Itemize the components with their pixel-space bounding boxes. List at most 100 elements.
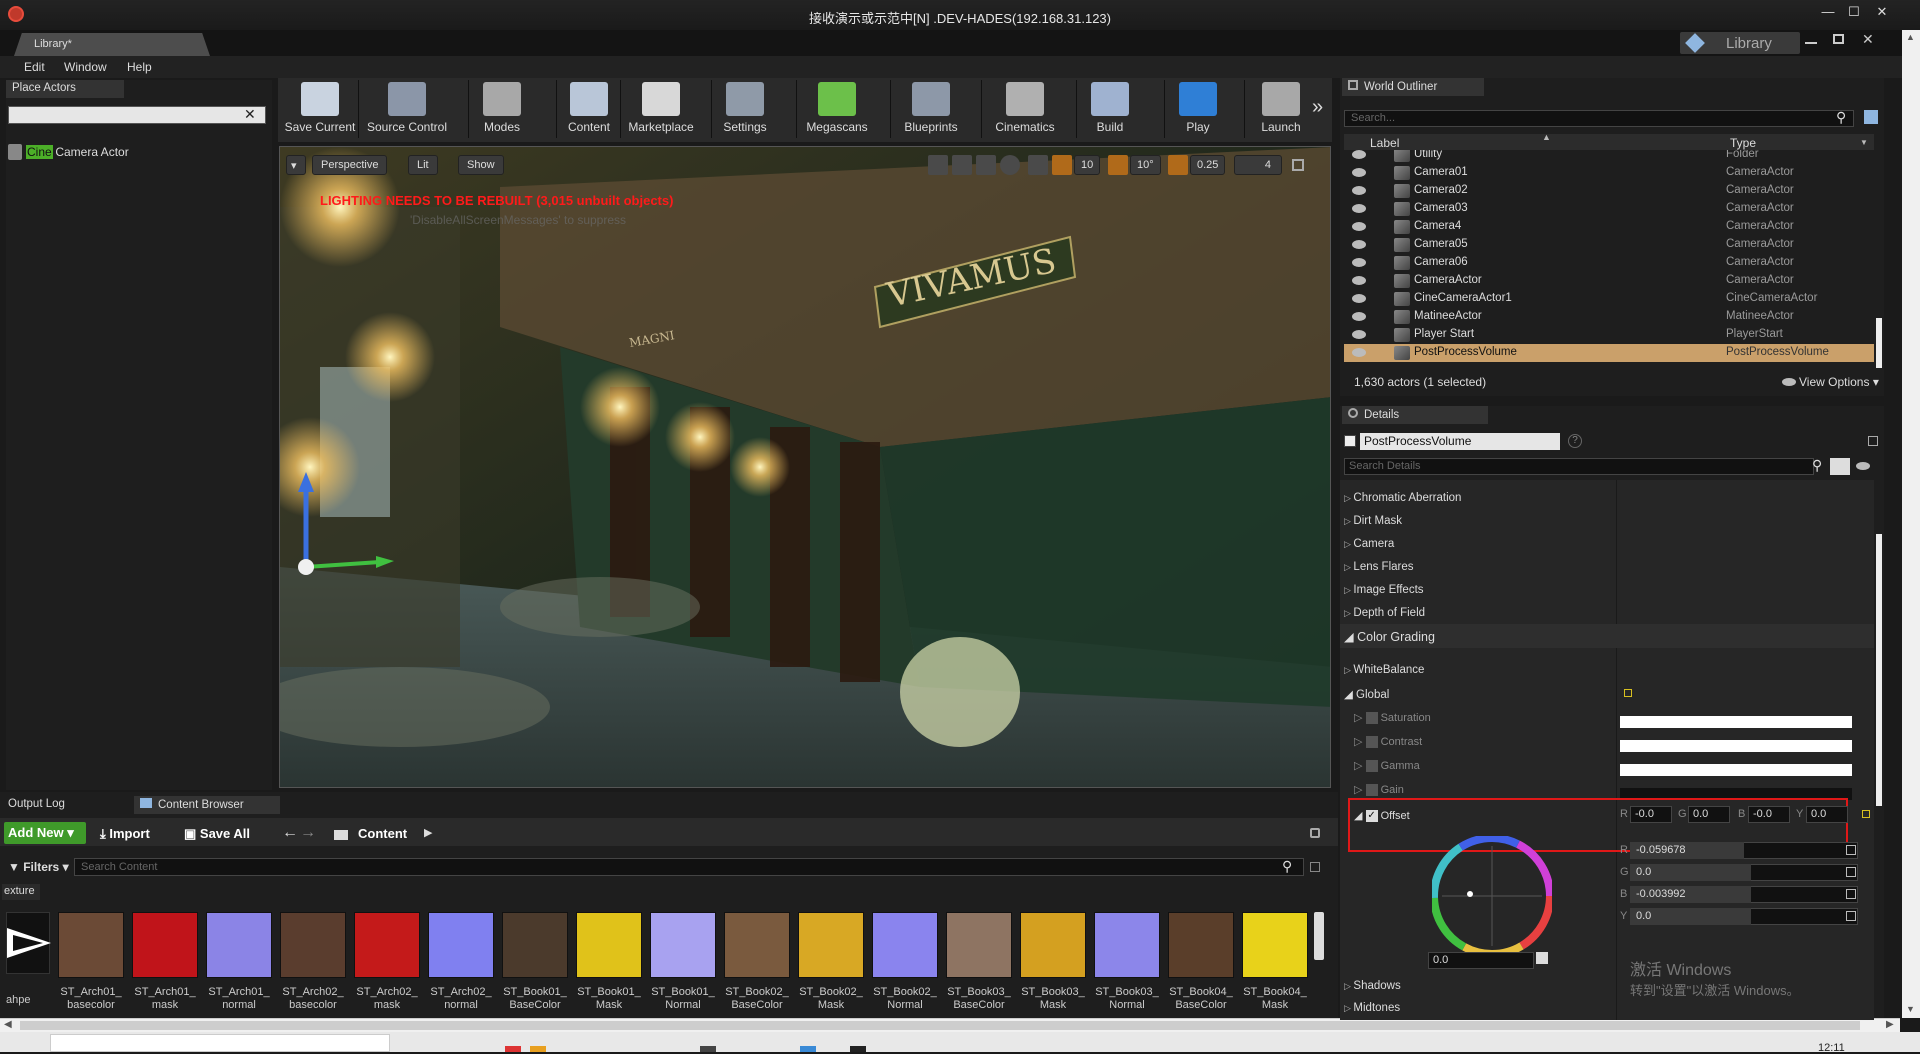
outliner-row[interactable]: PostProcessVolume PostProcessVolume	[1344, 344, 1874, 362]
horizontal-scrollbar[interactable]: ◀ ▶	[0, 1018, 1900, 1032]
add-new-button[interactable]: Add New ▾	[4, 822, 86, 844]
asset-thumbnail[interactable]	[1242, 912, 1308, 978]
toolbar-marketplace-button[interactable]: Marketplace	[624, 80, 698, 138]
property-gamma[interactable]: ▷ Gamma	[1354, 759, 1420, 773]
saturation-swatch[interactable]	[1620, 716, 1852, 728]
slider-reset-icon[interactable]	[1846, 845, 1856, 855]
maximize-viewport-icon[interactable]	[1292, 159, 1304, 171]
camera-speed-button[interactable]: 4	[1234, 155, 1282, 175]
grid-snap-value[interactable]: 10	[1074, 155, 1101, 175]
place-actors-search-input[interactable]	[8, 106, 266, 124]
category-image-effects[interactable]: Image Effects	[1344, 584, 1423, 596]
asset-thumbnail[interactable]	[1094, 912, 1160, 978]
visibility-eye-icon[interactable]	[1352, 240, 1366, 249]
help-icon[interactable]: ?	[1568, 434, 1582, 448]
outliner-row[interactable]: Player Start PlayerStart	[1344, 326, 1874, 344]
details-view-options-icon[interactable]	[1856, 462, 1870, 470]
gain-checkbox[interactable]	[1365, 784, 1378, 797]
toolbar-blueprints-button[interactable]: Blueprints	[894, 80, 968, 138]
offset-y-compact[interactable]: 0.0	[1806, 806, 1848, 823]
asset-thumbnail[interactable]	[428, 912, 494, 978]
visibility-eye-icon[interactable]	[1352, 294, 1366, 303]
asset-thumbnail[interactable]	[872, 912, 938, 978]
toolbar-play-button[interactable]: Play	[1168, 80, 1228, 138]
content-search-input[interactable]: Search Content	[74, 858, 1304, 876]
slider-reset-icon[interactable]	[1846, 911, 1856, 921]
property-global[interactable]: ◢ Global	[1344, 687, 1389, 701]
category-depth-of-field[interactable]: Depth of Field	[1344, 607, 1425, 619]
toolbar-content-button[interactable]: Content	[560, 80, 618, 138]
details-search-icon[interactable]: ⚲	[1812, 457, 1822, 474]
scroll-left-arrow[interactable]: ◀	[4, 1019, 12, 1030]
grid-snap-icon[interactable]	[1052, 155, 1072, 175]
lock-icon[interactable]	[1310, 828, 1320, 838]
category-dirt-mask[interactable]: Dirt Mask	[1344, 515, 1402, 527]
toolbar-settings-button[interactable]: Settings	[715, 80, 775, 138]
outliner-row[interactable]: Camera02 CameraActor	[1344, 182, 1874, 200]
perspective-button[interactable]: Perspective	[312, 155, 388, 175]
path-content[interactable]: Content	[358, 826, 407, 841]
outliner-row[interactable]: Utility Folder	[1344, 150, 1874, 164]
taskbar-app-icon[interactable]	[505, 1046, 521, 1052]
visibility-eye-icon[interactable]	[1352, 348, 1366, 357]
lock-selection-icon[interactable]	[1868, 436, 1878, 446]
reset-to-default-icon[interactable]	[1624, 689, 1632, 697]
outliner-search-icon[interactable]: ⚲	[1836, 109, 1846, 126]
toolbar-cinematics-button[interactable]: Cinematics	[985, 80, 1065, 138]
scale-icon[interactable]	[976, 155, 996, 175]
scale-snap-icon[interactable]	[1168, 155, 1188, 175]
rotation-snap-icon[interactable]	[1108, 155, 1128, 175]
window-vertical-scrollbar[interactable]: ▲ ▼	[1902, 30, 1920, 1018]
outliner-row[interactable]: CameraActor CameraActor	[1344, 272, 1874, 290]
maximize-button[interactable]: ☐	[1840, 2, 1868, 22]
toolbar-source-control-button[interactable]: Source Control	[362, 80, 452, 138]
asset-thumbnail[interactable]	[946, 912, 1012, 978]
actor-name-field[interactable]: PostProcessVolume	[1360, 433, 1560, 450]
color-wheel-value[interactable]: 0.0	[1428, 952, 1534, 969]
contrast-checkbox[interactable]	[1365, 736, 1378, 749]
category-shadows[interactable]: Shadows	[1344, 980, 1400, 992]
asset-thumbnail[interactable]	[576, 912, 642, 978]
tab-details[interactable]: Details	[1342, 406, 1488, 424]
asset-thumbnail[interactable]	[1020, 912, 1086, 978]
asset-thumbnail[interactable]	[280, 912, 346, 978]
column-type[interactable]: Type	[1730, 136, 1756, 150]
asset-thumbnail[interactable]	[1168, 912, 1234, 978]
menu-window[interactable]: Window	[64, 60, 107, 74]
offset-g-slider[interactable]: G 0.0	[1620, 864, 1870, 882]
visibility-eye-icon[interactable]	[1352, 222, 1366, 231]
property-gain[interactable]: ▷ Gain	[1354, 783, 1404, 797]
outliner-search-input[interactable]: Search...	[1344, 110, 1854, 127]
actor-list-item[interactable]: Cine Camera Actor	[6, 142, 270, 162]
details-search-input[interactable]: Search Details	[1344, 458, 1814, 475]
offset-checkbox[interactable]: ✓	[1365, 810, 1378, 823]
visibility-eye-icon[interactable]	[1352, 312, 1366, 321]
import-button[interactable]: ⤓ Import	[100, 826, 150, 842]
outliner-row[interactable]: Camera03 CameraActor	[1344, 200, 1874, 218]
property-offset[interactable]: ◢ ✓ Offset	[1354, 809, 1410, 823]
scale-snap-value[interactable]: 0.25	[1190, 155, 1226, 175]
offset-b-slider[interactable]: B -0.003992	[1620, 886, 1870, 904]
property-matrix-icon[interactable]	[1830, 458, 1850, 475]
world-local-icon[interactable]	[1000, 155, 1020, 175]
sort-up-icon[interactable]: ▲	[1542, 132, 1551, 142]
visibility-eye-icon[interactable]	[1352, 330, 1366, 339]
visibility-eye-icon[interactable]	[1352, 204, 1366, 213]
outliner-row[interactable]: CineCameraActor1 CineCameraActor	[1344, 290, 1874, 308]
partial-thumbnail[interactable]	[6, 912, 51, 974]
asset-thumbnail[interactable]	[132, 912, 198, 978]
scroll-thumb[interactable]	[20, 1021, 1860, 1030]
filters-button[interactable]: ▼ Filters ▾	[8, 860, 69, 874]
surface-snap-icon[interactable]	[1028, 155, 1048, 175]
offset-r-compact[interactable]: -0.0	[1630, 806, 1672, 823]
column-label[interactable]: Label	[1370, 136, 1399, 150]
category-midtones[interactable]: Midtones	[1344, 1002, 1400, 1014]
outliner-scroll-thumb[interactable]	[1876, 318, 1882, 368]
color-wheel[interactable]	[1432, 836, 1552, 956]
outliner-row[interactable]: Camera05 CameraActor	[1344, 236, 1874, 254]
asset-thumbnail[interactable]	[724, 912, 790, 978]
tab-content-browser[interactable]: Content Browser	[134, 796, 280, 814]
asset-thumbnail[interactable]	[58, 912, 124, 978]
offset-reset-icon[interactable]	[1862, 810, 1870, 818]
outliner-row[interactable]: Camera06 CameraActor	[1344, 254, 1874, 272]
